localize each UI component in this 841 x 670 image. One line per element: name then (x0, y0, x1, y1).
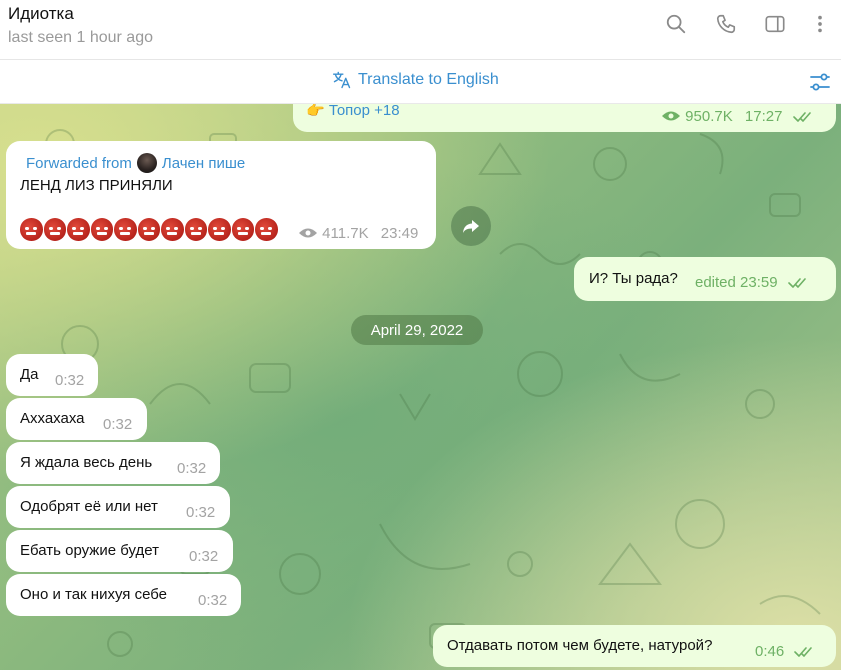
message-bubble-incoming[interactable]: Одобрят её или нет 0:32 (6, 486, 230, 528)
message-edited-time: edited 23:59 (695, 274, 778, 291)
message-text[interactable]: Аххахаха (20, 410, 85, 427)
angry-face-emoji (208, 218, 231, 241)
share-icon (463, 220, 479, 233)
sidebar-toggle-icon[interactable] (763, 12, 787, 36)
angry-face-emoji (161, 218, 184, 241)
translate-bar: Translate to English (0, 60, 841, 104)
message-time: 0:32 (189, 548, 219, 565)
forwarded-label: Forwarded from (26, 154, 132, 172)
emoji-row (20, 218, 278, 241)
message-meta: 0:46 (755, 643, 816, 660)
message-bubble-incoming[interactable]: Ебать оружие будет 0:32 (6, 530, 233, 572)
angry-face-emoji (231, 218, 254, 241)
source-avatar (136, 153, 157, 173)
message-bubble-outgoing[interactable]: И? Ты рада? edited 23:59 (574, 257, 836, 301)
views-icon (661, 109, 681, 126)
message-text[interactable]: Я ждала весь день (20, 454, 152, 471)
forwarded-source[interactable]: Лачен пише (162, 155, 245, 172)
message-time: 0:46 (755, 643, 785, 660)
message-text[interactable]: 👉 Топор +18 (306, 104, 400, 119)
translate-settings-icon[interactable] (808, 70, 832, 94)
message-text[interactable]: ЛЕНД ЛИЗ ПРИНЯЛИ (20, 177, 173, 194)
double-check-icon (794, 647, 813, 657)
message-bubble-outgoing[interactable]: 👉 Топор +18 950.7K 17:27 (293, 104, 836, 132)
translate-icon (332, 71, 351, 89)
chat-title[interactable]: Идиотка (8, 4, 74, 24)
double-check-icon (792, 112, 811, 122)
angry-face-emoji (90, 218, 113, 241)
forwarded-header[interactable]: Forwarded from Лачен пише (26, 153, 245, 173)
chat-area[interactable]: 👉 Топор +18 950.7K 17:27 Forwarded from … (0, 104, 841, 670)
message-meta: 950.7K 17:27 (661, 108, 815, 126)
message-time: 0:32 (103, 416, 133, 433)
message-bubble-incoming[interactable]: Я ждала весь день 0:32 (6, 442, 220, 484)
message-time: 0:32 (55, 372, 85, 389)
translate-label: Translate to English (358, 71, 499, 88)
angry-face-emoji (255, 218, 278, 241)
message-meta: edited 23:59 (695, 274, 810, 291)
double-check-icon (787, 278, 806, 288)
angry-face-emoji (184, 218, 207, 241)
forwarded-message[interactable]: Forwarded from Лачен пише ЛЕНД ЛИЗ ПРИНЯ… (6, 141, 436, 249)
angry-face-emoji (67, 218, 90, 241)
message-bubble-incoming[interactable]: Аххахаха 0:32 (6, 398, 147, 440)
chat-status: last seen 1 hour ago (8, 29, 153, 46)
message-meta: 411.7K 23:49 (298, 225, 418, 243)
message-time: 0:32 (198, 592, 228, 609)
phone-icon[interactable] (714, 12, 738, 36)
message-text[interactable]: Одобрят её или нет (20, 498, 158, 515)
message-time: 0:32 (177, 460, 207, 477)
translate-button[interactable]: Translate to English (332, 70, 499, 90)
message-text[interactable]: Да (20, 366, 39, 383)
chat-header: Идиотка last seen 1 hour ago (0, 0, 841, 60)
message-bubble-incoming[interactable]: Да 0:32 (6, 354, 98, 396)
date-divider: April 29, 2022 (351, 315, 483, 345)
message-time: 17:27 (744, 108, 783, 125)
search-icon[interactable] (664, 12, 688, 36)
share-button[interactable] (451, 206, 491, 246)
message-time: 23:49 (380, 225, 419, 242)
angry-face-emoji (114, 218, 137, 241)
message-text[interactable]: Отдавать потом чем будете, натурой? (447, 637, 712, 654)
message-text[interactable]: Оно и так нихуя себе (20, 586, 167, 603)
views-count: 950.7K (685, 108, 733, 125)
views-icon (298, 226, 318, 243)
angry-face-emoji (137, 218, 160, 241)
message-bubble-outgoing[interactable]: Отдавать потом чем будете, натурой? 0:46 (433, 625, 836, 667)
message-bubble-incoming[interactable]: Оно и так нихуя себе 0:32 (6, 574, 241, 616)
angry-face-emoji (20, 218, 43, 241)
more-vertical-icon[interactable] (808, 12, 832, 36)
message-time: 0:32 (186, 504, 216, 521)
message-text[interactable]: И? Ты рада? (589, 270, 678, 287)
views-count: 411.7K (322, 225, 369, 242)
angry-face-emoji (43, 218, 66, 241)
message-text[interactable]: Ебать оружие будет (20, 542, 159, 559)
